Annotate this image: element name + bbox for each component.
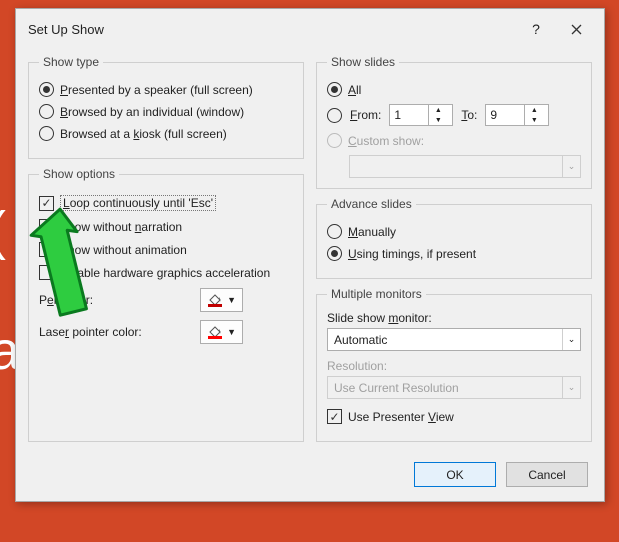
resolution-label: Resolution: <box>327 359 581 373</box>
custom-show-select: ⌄ <box>349 155 581 178</box>
laser-color-label: Laser pointer color: <box>39 325 142 339</box>
radio-icon <box>39 104 54 119</box>
monitor-label: Slide show monitor: <box>327 311 581 325</box>
multiple-monitors-group: Multiple monitors Slide show monitor: Au… <box>316 287 592 442</box>
radio-icon <box>327 108 342 123</box>
show-type-legend: Show type <box>39 55 103 69</box>
radio-manually[interactable]: Manually <box>327 224 581 239</box>
from-input[interactable] <box>390 105 428 125</box>
show-slides-legend: Show slides <box>327 55 399 69</box>
show-type-group: Show type Presented by a speaker (full s… <box>28 55 304 159</box>
checkbox-icon <box>327 409 342 424</box>
background-text: ( <box>0 200 6 262</box>
help-button[interactable]: ? <box>516 17 556 41</box>
show-slides-group: Show slides All From: ▲▼ To: ▲▼ <box>316 55 592 189</box>
spin-down-icon[interactable]: ▼ <box>525 115 543 125</box>
radio-label: All <box>348 83 361 97</box>
select-value: Use Current Resolution <box>334 381 459 395</box>
radio-icon <box>39 82 54 97</box>
check-label: Loop continuously until 'Esc' <box>60 195 216 211</box>
check-label: Show without animation <box>60 243 187 257</box>
pen-color-picker[interactable]: ▼ <box>200 288 243 312</box>
radio-label: Browsed by an individual (window) <box>60 105 244 119</box>
chevron-down-icon: ⌄ <box>562 156 580 177</box>
check-label: Use Presenter View <box>348 410 454 424</box>
radio-label: Using timings, if present <box>348 247 476 261</box>
radio-icon <box>327 82 342 97</box>
laser-color-picker[interactable]: ▼ <box>200 320 243 344</box>
resolution-select: Use Current Resolution ⌄ <box>327 376 581 399</box>
radio-icon <box>327 224 342 239</box>
checkbox-icon <box>39 242 54 257</box>
checkbox-icon <box>39 196 54 211</box>
cancel-button[interactable]: Cancel <box>506 462 588 487</box>
check-no-narration[interactable]: Show without narration <box>39 219 293 234</box>
titlebar: Set Up Show ? <box>16 9 604 49</box>
chevron-down-icon: ▼ <box>227 327 236 337</box>
checkbox-icon <box>39 219 54 234</box>
to-input[interactable] <box>486 105 524 125</box>
radio-all-slides[interactable]: All <box>327 82 581 97</box>
radio-custom-show: Custom show: <box>327 133 581 148</box>
checkbox-icon <box>39 265 54 280</box>
from-spinner[interactable]: ▲▼ <box>389 104 453 126</box>
radio-icon <box>327 246 342 261</box>
from-label: From: <box>350 108 381 122</box>
radio-presented[interactable]: Presented by a speaker (full screen) <box>39 82 293 97</box>
radio-from-slides[interactable]: From: ▲▼ To: ▲▼ <box>327 104 581 126</box>
check-no-animation[interactable]: Show without animation <box>39 242 293 257</box>
advance-slides-group: Advance slides Manually Using timings, i… <box>316 197 592 279</box>
radio-timings[interactable]: Using timings, if present <box>327 246 581 261</box>
check-disable-gpu[interactable]: Disable hardware graphics acceleration <box>39 265 293 280</box>
check-loop[interactable]: Loop continuously until 'Esc' <box>39 195 293 211</box>
radio-browsed-kiosk[interactable]: Browsed at a kiosk (full screen) <box>39 126 293 141</box>
show-options-legend: Show options <box>39 167 119 181</box>
set-up-show-dialog: Set Up Show ? Show type Presented by a s… <box>15 8 605 502</box>
paint-bucket-icon <box>207 325 223 339</box>
spin-up-icon[interactable]: ▲ <box>429 105 447 115</box>
multiple-monitors-legend: Multiple monitors <box>327 287 426 301</box>
radio-label: Presented by a speaker (full screen) <box>60 83 253 97</box>
paint-bucket-icon <box>207 293 223 307</box>
check-presenter-view[interactable]: Use Presenter View <box>327 409 581 424</box>
pen-color-label: Pen color: <box>39 293 93 307</box>
radio-icon <box>327 133 342 148</box>
spin-up-icon[interactable]: ▲ <box>525 105 543 115</box>
select-value: Automatic <box>334 333 387 347</box>
laser-color-row: Laser pointer color: ▼ <box>39 320 293 344</box>
to-spinner[interactable]: ▲▼ <box>485 104 549 126</box>
monitor-select[interactable]: Automatic ⌄ <box>327 328 581 351</box>
chevron-down-icon: ⌄ <box>562 329 580 350</box>
ok-button[interactable]: OK <box>414 462 496 487</box>
pen-color-row: Pen color: ▼ <box>39 288 293 312</box>
radio-label: Manually <box>348 225 396 239</box>
radio-label: Custom show: <box>348 134 424 148</box>
spin-down-icon[interactable]: ▼ <box>429 115 447 125</box>
dialog-title: Set Up Show <box>28 22 516 37</box>
chevron-down-icon: ⌄ <box>562 377 580 398</box>
to-label: To: <box>461 108 477 122</box>
chevron-down-icon: ▼ <box>227 295 236 305</box>
radio-icon <box>39 126 54 141</box>
check-label: Disable hardware graphics acceleration <box>60 266 270 280</box>
check-label: Show without narration <box>60 220 182 234</box>
close-icon <box>571 24 582 35</box>
show-options-group: Show options Loop continuously until 'Es… <box>28 167 304 442</box>
dialog-footer: OK Cancel <box>16 454 604 501</box>
close-button[interactable] <box>556 17 596 41</box>
radio-label: Browsed at a kiosk (full screen) <box>60 127 227 141</box>
advance-slides-legend: Advance slides <box>327 197 416 211</box>
radio-browsed-individual[interactable]: Browsed by an individual (window) <box>39 104 293 119</box>
